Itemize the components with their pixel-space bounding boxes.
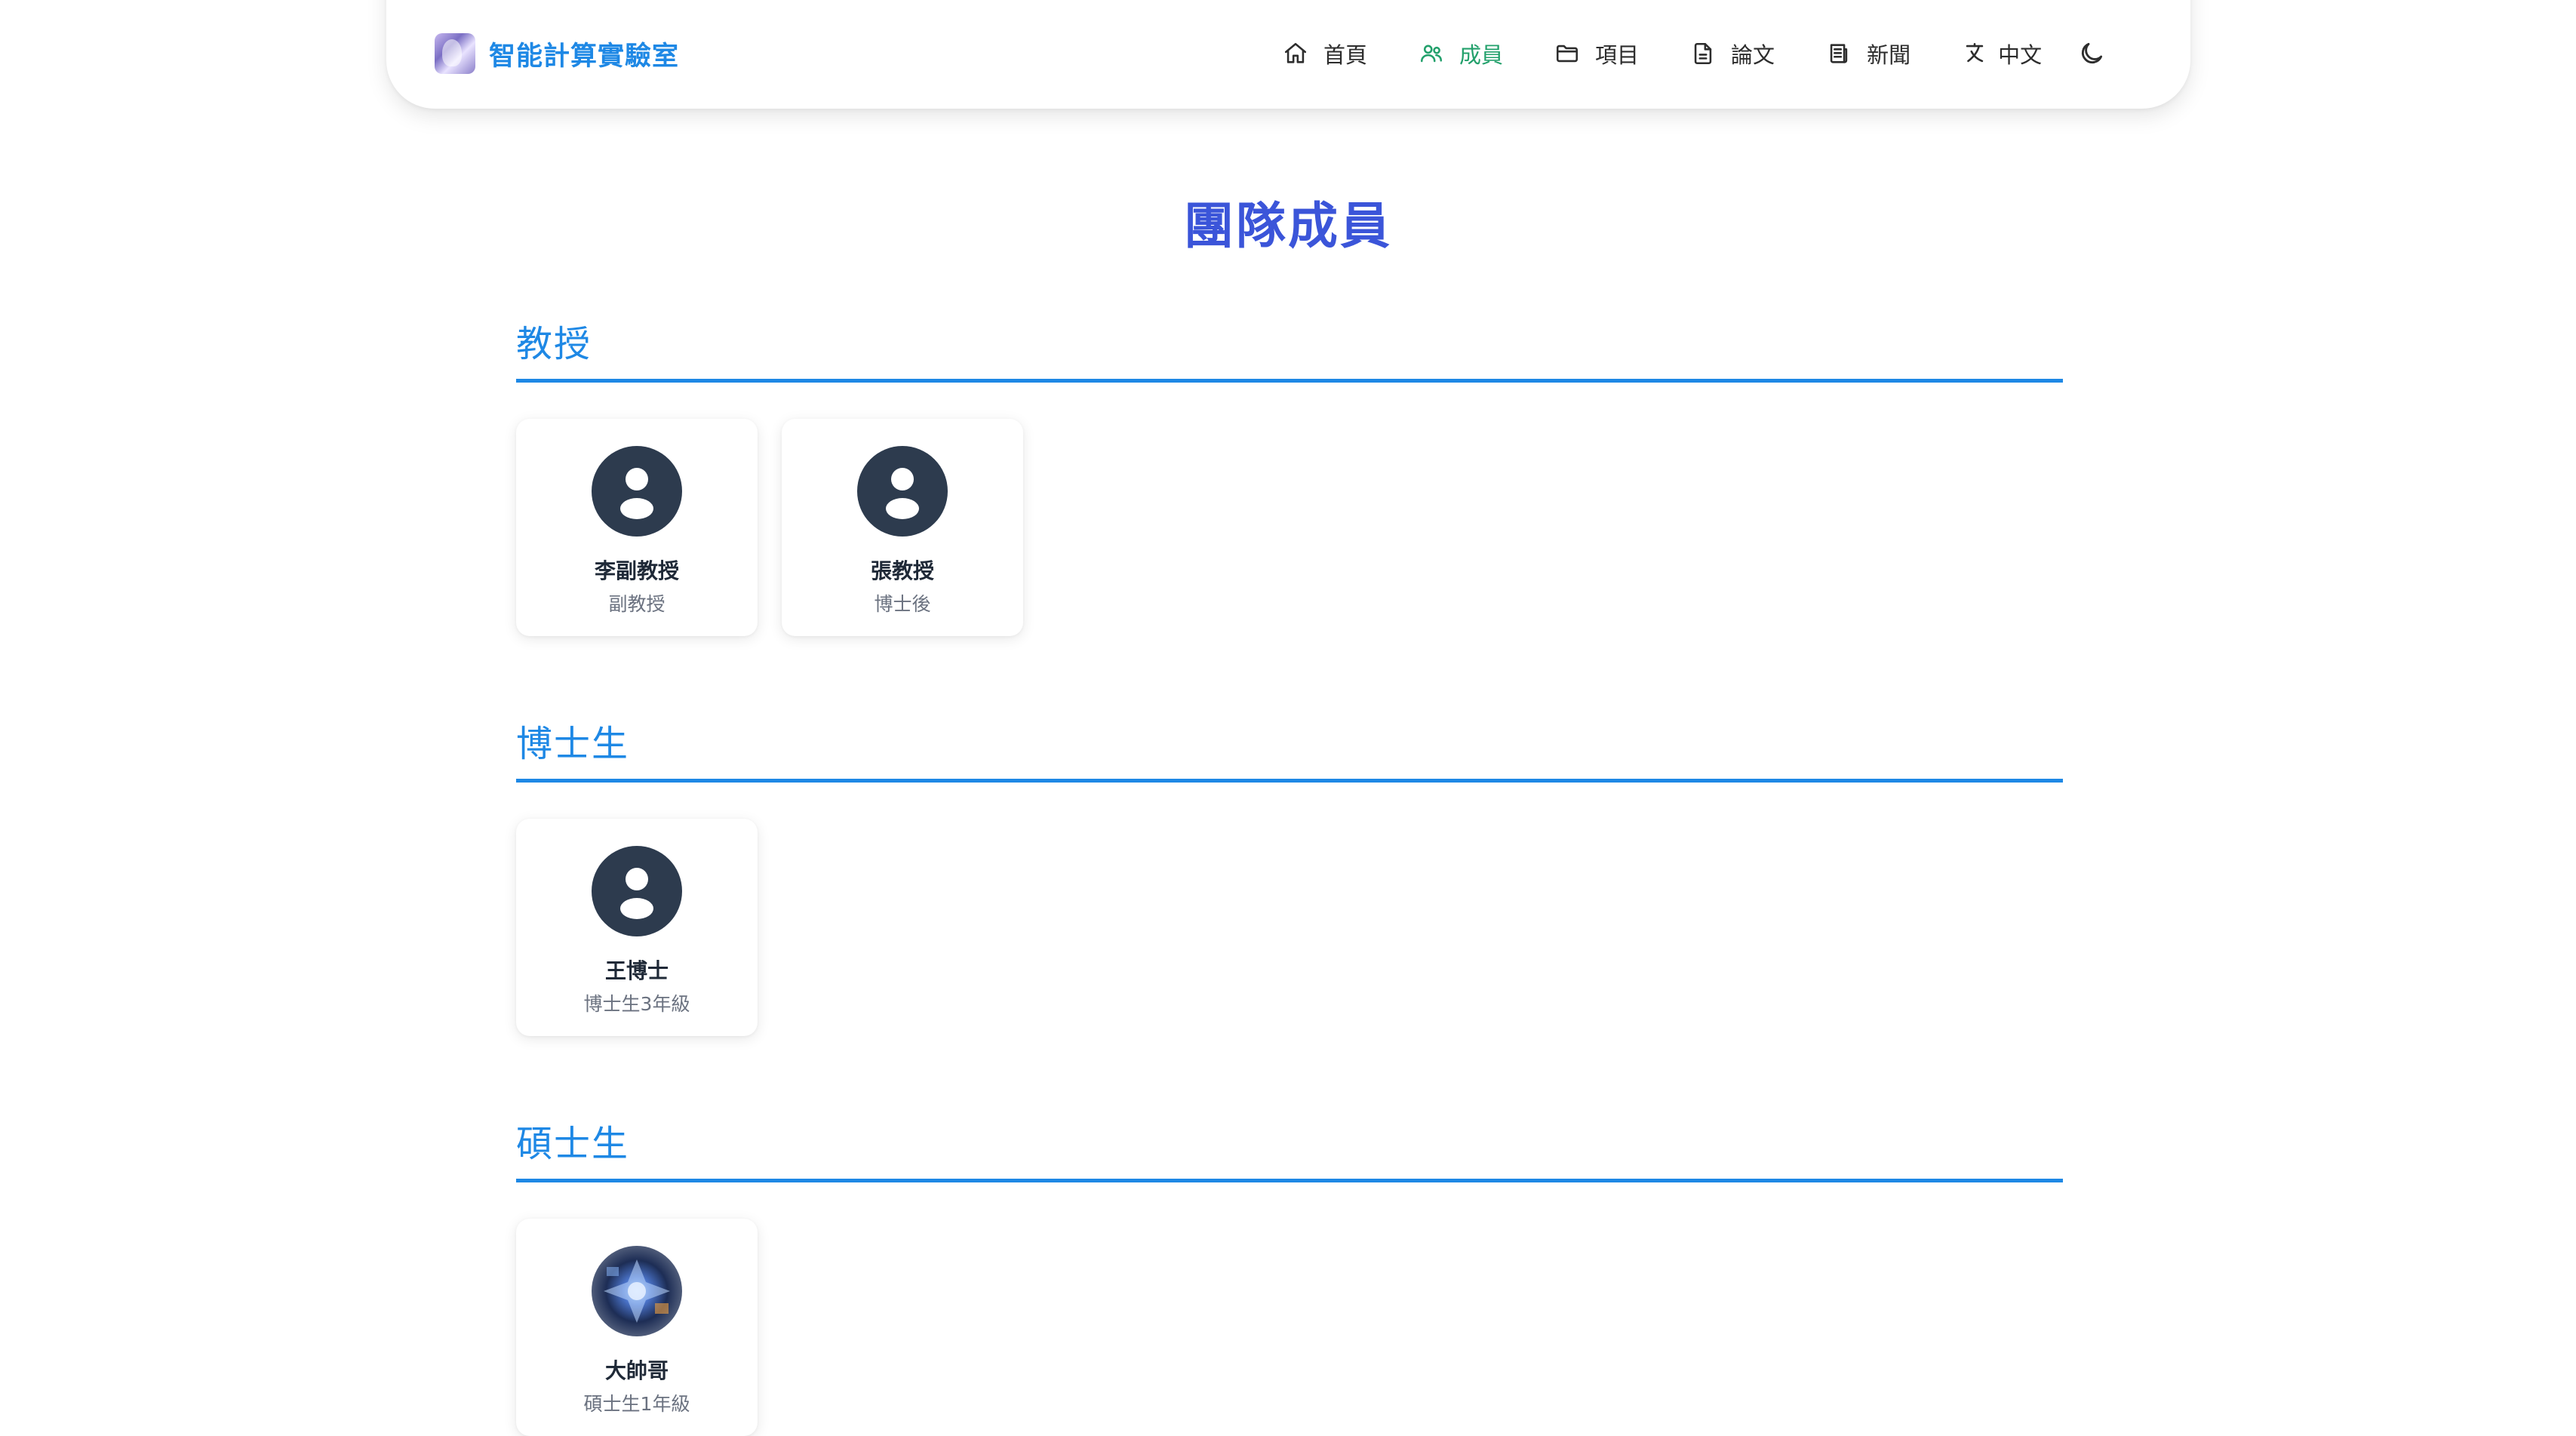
nav-item-home[interactable]: 首頁	[1283, 38, 1367, 69]
language-switcher[interactable]: 中文	[1962, 38, 2042, 69]
nav-item-label: 論文	[1731, 42, 1775, 68]
main-nav: 首頁 成員 項目 論文 新聞 中文	[1283, 33, 2107, 74]
member-card-list: 王博士 博士生3年級	[516, 819, 2063, 1036]
section-header: 博士生	[516, 709, 2063, 783]
member-card-list: 大帥哥 碩士生1年級	[516, 1219, 2063, 1436]
member-card[interactable]: 李副教授 副教授	[516, 419, 758, 636]
member-name: 張教授	[870, 558, 934, 583]
nav-item-label: 項目	[1595, 42, 1640, 68]
nav-item-label: 首頁	[1323, 42, 1368, 68]
nav-item-papers[interactable]: 論文	[1690, 38, 1775, 69]
page-title: 團隊成員	[1184, 197, 1392, 255]
brand-name: 智能計算實驗室	[489, 41, 680, 72]
folder-icon	[1557, 45, 1578, 63]
member-name: 李副教授	[594, 558, 679, 583]
member-card-list: 李副教授 副教授 張教授 博士後	[516, 419, 2063, 636]
member-photo-avatar	[592, 1246, 682, 1336]
member-role: 碩士生1年級	[583, 1393, 690, 1415]
document-icon	[1694, 42, 1712, 65]
brand-logo	[435, 33, 475, 74]
home-icon	[1284, 42, 1307, 63]
member-role: 博士生3年級	[583, 993, 690, 1015]
member-card[interactable]: 張教授 博士後	[782, 419, 1023, 636]
users-icon	[1420, 45, 1443, 63]
brand-link[interactable]: 智能計算實驗室	[435, 33, 679, 74]
member-name: 大帥哥	[604, 1358, 669, 1383]
default-avatar-icon	[592, 846, 682, 936]
nav-item-label: 成員	[1459, 42, 1504, 68]
member-card[interactable]: 大帥哥 碩士生1年級	[516, 1219, 758, 1436]
section-professors: 教授 李副教授 副教授 張教授 博士後	[516, 309, 2063, 636]
member-name: 王博士	[604, 958, 669, 983]
translate-icon	[1966, 42, 1984, 63]
nav-item-news[interactable]: 新聞	[1826, 38, 1910, 69]
section-masters-students: 碩士生 大帥哥 碩士生1年級	[516, 1109, 2063, 1436]
moon-icon	[2082, 42, 2103, 64]
section-phd-students: 博士生 王博士 博士生3年級	[516, 709, 2063, 1036]
member-card[interactable]: 王博士 博士生3年級	[516, 819, 758, 1036]
nav-item-projects[interactable]: 項目	[1554, 38, 1639, 69]
section-title: 博士生	[516, 723, 630, 765]
default-avatar-icon	[592, 446, 682, 537]
member-role: 博士後	[874, 593, 931, 615]
member-role: 副教授	[608, 593, 666, 615]
section-header: 教授	[516, 309, 2063, 383]
section-title: 教授	[516, 323, 592, 365]
newspaper-icon	[1830, 44, 1848, 63]
nav-item-members[interactable]: 成員	[1419, 38, 1503, 69]
language-label: 中文	[1998, 42, 2043, 68]
nav-item-label: 新聞	[1867, 42, 1911, 68]
section-title: 碩士生	[516, 1123, 630, 1165]
default-avatar-icon	[857, 446, 948, 537]
section-header: 碩士生	[516, 1109, 2063, 1182]
theme-toggle-button[interactable]	[2076, 38, 2107, 69]
